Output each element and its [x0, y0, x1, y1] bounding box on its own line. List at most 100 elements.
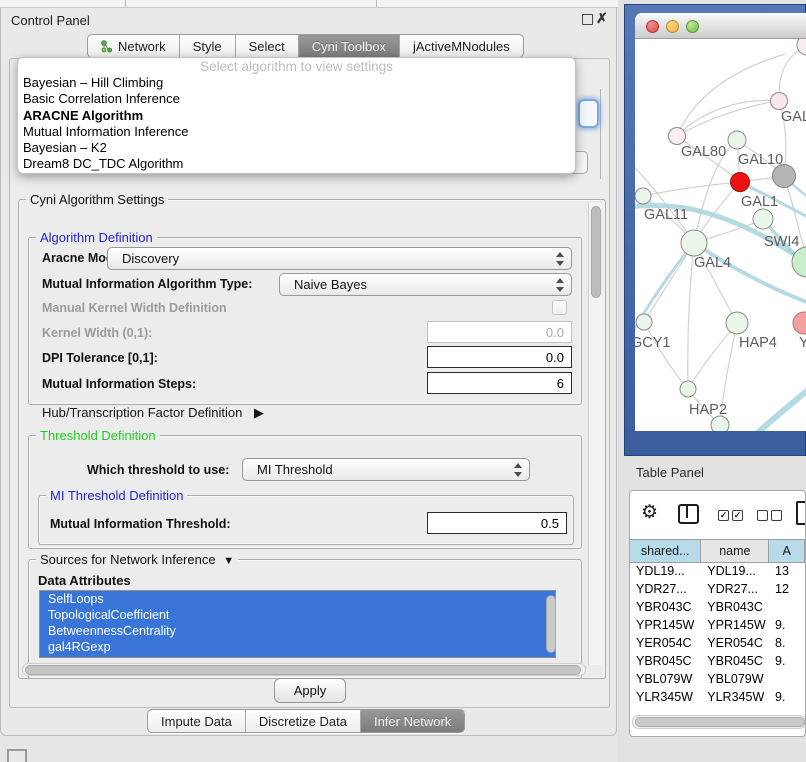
- tab-label: Style: [193, 39, 222, 54]
- table-row[interactable]: YDR27...YDR27...12: [630, 580, 805, 598]
- algorithm-option[interactable]: Bayesian – K2: [18, 140, 575, 156]
- column-header-A[interactable]: A: [769, 540, 805, 562]
- settings-vertical-scrollbar[interactable]: [588, 203, 602, 665]
- node-HAP4[interactable]: [726, 312, 748, 334]
- table-row[interactable]: YBR045CYBR045C9.: [630, 652, 805, 670]
- node-GAL80[interactable]: [669, 128, 686, 145]
- table-row[interactable]: YDL19...YDL19...13: [630, 562, 805, 580]
- table-cell: 13: [769, 562, 805, 580]
- expander-expanded-icon[interactable]: ▼: [223, 555, 234, 567]
- tab-select[interactable]: Select: [236, 35, 299, 57]
- select-all-checkboxes-icon[interactable]: ✓✓: [718, 510, 743, 521]
- table-row[interactable]: YBL079WYBL079W: [630, 670, 805, 688]
- table-cell: YBL079W: [630, 670, 701, 688]
- float-window-icon[interactable]: [582, 14, 593, 25]
- algorithm-option[interactable]: Basic Correlation Inference: [18, 91, 575, 107]
- table-row[interactable]: YLR345WYLR345W9.: [630, 688, 805, 705]
- network-canvas[interactable]: GALGAL80GAL10GAL1GAL11SWI4GAL4GCY1HAP4YH…: [635, 39, 806, 431]
- tab-label: Network: [118, 39, 166, 54]
- table-cell: YDL19...: [630, 562, 701, 580]
- algorithm-option[interactable]: Mutual Information Inference: [18, 124, 575, 140]
- tab-cyni-toolbox[interactable]: Cyni Toolbox: [299, 35, 400, 57]
- network-edge[interactable]: [677, 100, 779, 136]
- scrollbar-thumb[interactable]: [546, 595, 556, 653]
- table-panel-title: Table Panel: [636, 465, 704, 480]
- node-GCY1[interactable]: [636, 314, 652, 330]
- kernel-width-label: Kernel Width (0,1):: [42, 326, 152, 340]
- new-table-document-icon[interactable]: [796, 501, 806, 525]
- data-attributes-list[interactable]: SelfLoopsTopologicalCoefficientBetweenne…: [39, 590, 556, 658]
- node-GAL4[interactable]: [681, 230, 707, 256]
- node-label-GAL80: GAL80: [681, 144, 726, 160]
- tab-network[interactable]: Network: [88, 35, 180, 57]
- algorithm-option[interactable]: Bayesian – Hill Climbing: [18, 75, 575, 91]
- close-panel-icon[interactable]: ✗: [596, 10, 608, 27]
- tab-jactivemnodules[interactable]: jActiveMNodules: [400, 35, 523, 57]
- manual-kernel-width-checkbox[interactable]: [552, 300, 567, 315]
- attribute-item[interactable]: BetweennessCentrality: [40, 623, 555, 639]
- attributes-list-scrollbar[interactable]: [545, 593, 555, 655]
- sources-group-title[interactable]: Sources for Network Inference ▼: [36, 552, 238, 567]
- settings-gear-icon[interactable]: ⚙: [641, 501, 658, 524]
- table-cell: YLR345W: [701, 688, 769, 705]
- minimized-window-icon[interactable]: [7, 749, 27, 762]
- algorithm-option[interactable]: Dream8 DC_TDC Algorithm: [18, 156, 575, 172]
- settings-horizontal-scrollbar[interactable]: [22, 663, 586, 676]
- tab-impute-data[interactable]: Impute Data: [148, 710, 246, 732]
- tab-discretize-data[interactable]: Discretize Data: [246, 710, 361, 732]
- tab-label: Select: [249, 39, 285, 54]
- deselect-checkboxes-icon[interactable]: [757, 510, 782, 521]
- hub-definition-expander[interactable]: Hub/Transcription Factor Definition ▶: [42, 405, 264, 421]
- settings-group-title: Cyni Algorithm Settings: [26, 192, 168, 207]
- column-header-shared[interactable]: shared...: [630, 540, 701, 562]
- kernel-width-field[interactable]: 0.0: [427, 321, 572, 343]
- node-bottom[interactable]: [711, 416, 729, 431]
- aracne-mode-combobox[interactable]: Discovery: [107, 247, 572, 270]
- expander-collapsed-icon[interactable]: ▶: [254, 405, 264, 421]
- node-HAP2[interactable]: [680, 381, 696, 397]
- table-cell: YDR27...: [630, 580, 701, 598]
- table-cell: 8.: [769, 634, 805, 652]
- tab-style[interactable]: Style: [180, 35, 236, 57]
- close-window-icon[interactable]: [646, 20, 659, 33]
- scrollbar-thumb[interactable]: [25, 665, 581, 675]
- tab-infer-network[interactable]: Infer Network: [361, 710, 464, 732]
- dpi-tolerance-field[interactable]: 0.0: [427, 346, 572, 368]
- table-cell: YBR043C: [630, 598, 701, 616]
- attribute-item[interactable]: SelfLoops: [40, 591, 555, 607]
- apply-button[interactable]: Apply: [274, 678, 346, 703]
- obscured-group-border: [600, 89, 601, 179]
- table-row[interactable]: YBR043CYBR043C: [630, 598, 805, 616]
- network-edge[interactable]: [644, 322, 688, 389]
- mi-algorithm-type-combobox[interactable]: Naive Bayes: [279, 273, 572, 296]
- scrollbar-thumb[interactable]: [635, 717, 805, 727]
- network-edge-highlighted[interactable]: [723, 384, 806, 431]
- table-row[interactable]: YER054CYER054C8.: [630, 634, 805, 652]
- node-GAL11[interactable]: [635, 188, 651, 204]
- mi-threshold-field[interactable]: 0.5: [427, 512, 567, 534]
- node-SWI4[interactable]: [753, 209, 773, 229]
- node-gal-top[interactable]: [771, 93, 788, 110]
- table-row[interactable]: YPR145WYPR145W9.: [630, 616, 805, 634]
- node-GAL1-red[interactable]: [731, 173, 750, 192]
- minimize-window-icon[interactable]: [666, 20, 679, 33]
- which-threshold-label: Which threshold to use:: [87, 463, 229, 477]
- node-unlabeled-top[interactable]: [797, 39, 806, 55]
- network-edge[interactable]: [677, 54, 785, 136]
- mi-steps-field[interactable]: 6: [427, 372, 572, 394]
- network-window-titlebar[interactable]: [635, 13, 806, 39]
- attribute-item[interactable]: gal4RGexp: [40, 639, 555, 655]
- network-edge[interactable]: [688, 323, 737, 389]
- table-cell: YPR145W: [630, 616, 701, 634]
- column-header-name[interactable]: name: [701, 540, 769, 562]
- node-GAL10-neighbor[interactable]: [728, 131, 746, 149]
- zoom-window-icon[interactable]: [686, 20, 699, 33]
- attribute-item[interactable]: TopologicalCoefficient: [40, 607, 555, 623]
- node-salmon-right[interactable]: [793, 312, 806, 334]
- split-columns-icon[interactable]: [678, 504, 699, 524]
- algorithm-option[interactable]: ARACNE Algorithm: [18, 108, 575, 124]
- table-horizontal-scrollbar[interactable]: [632, 715, 806, 729]
- which-threshold-combobox[interactable]: MI Threshold: [242, 458, 530, 481]
- network-view-frame[interactable]: GALGAL80GAL10GAL1GAL11SWI4GAL4GCY1HAP4YH…: [624, 4, 806, 456]
- scrollbar-thumb[interactable]: [591, 206, 601, 298]
